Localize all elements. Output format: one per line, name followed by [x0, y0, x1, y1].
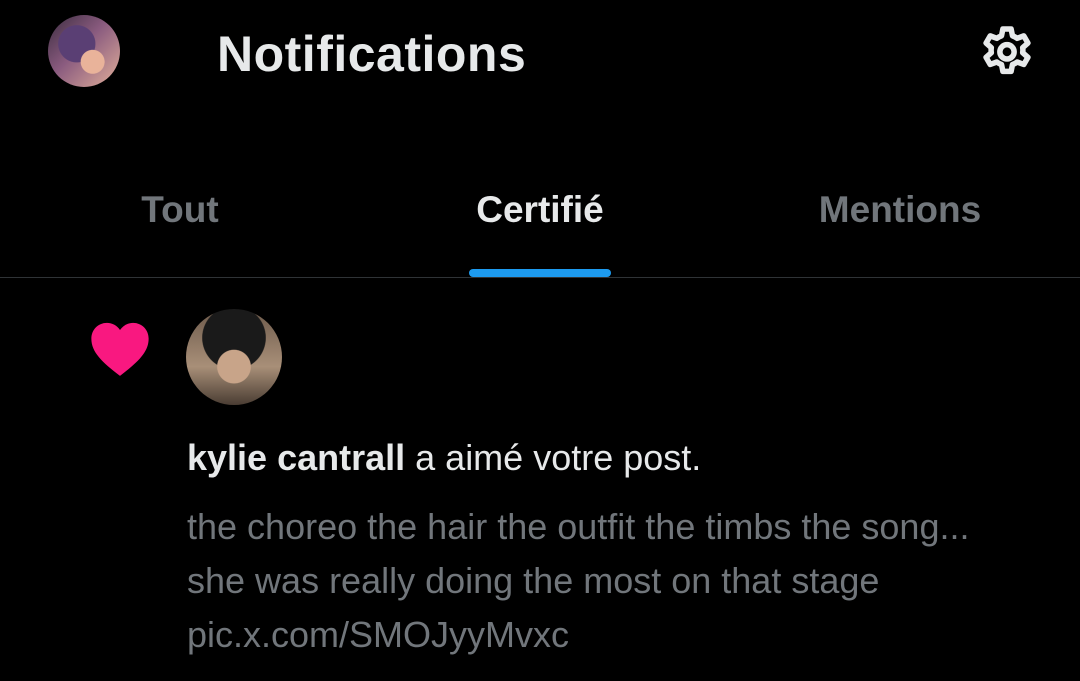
tab-mentions[interactable]: Mentions [720, 160, 1080, 277]
header: Notifications [0, 0, 1080, 110]
notification-item[interactable]: kylie cantrall a aimé votre post. the ch… [0, 278, 1080, 681]
actor-avatar[interactable] [186, 309, 282, 405]
tab-label: Tout [141, 189, 219, 230]
post-preview[interactable]: the choreo the hair the outfit the timbs… [187, 500, 1027, 662]
notification-tabs: Tout Certifié Mentions [0, 160, 1080, 278]
active-tab-indicator [469, 269, 611, 277]
tab-label: Mentions [818, 189, 982, 230]
page-title: Notifications [217, 26, 527, 82]
user-avatar[interactable] [48, 15, 120, 87]
notification-text: kylie cantrall a aimé votre post. [187, 431, 701, 485]
settings-button[interactable] [970, 14, 1044, 88]
tab-label: Certifié [476, 189, 604, 230]
actor-name[interactable]: kylie cantrall [187, 437, 405, 478]
tab-tout[interactable]: Tout [0, 160, 360, 277]
heart-icon [91, 322, 149, 376]
notification-action: a aimé votre post. [405, 437, 702, 478]
gear-icon [983, 26, 1031, 75]
tab-certifie[interactable]: Certifié [360, 160, 720, 277]
